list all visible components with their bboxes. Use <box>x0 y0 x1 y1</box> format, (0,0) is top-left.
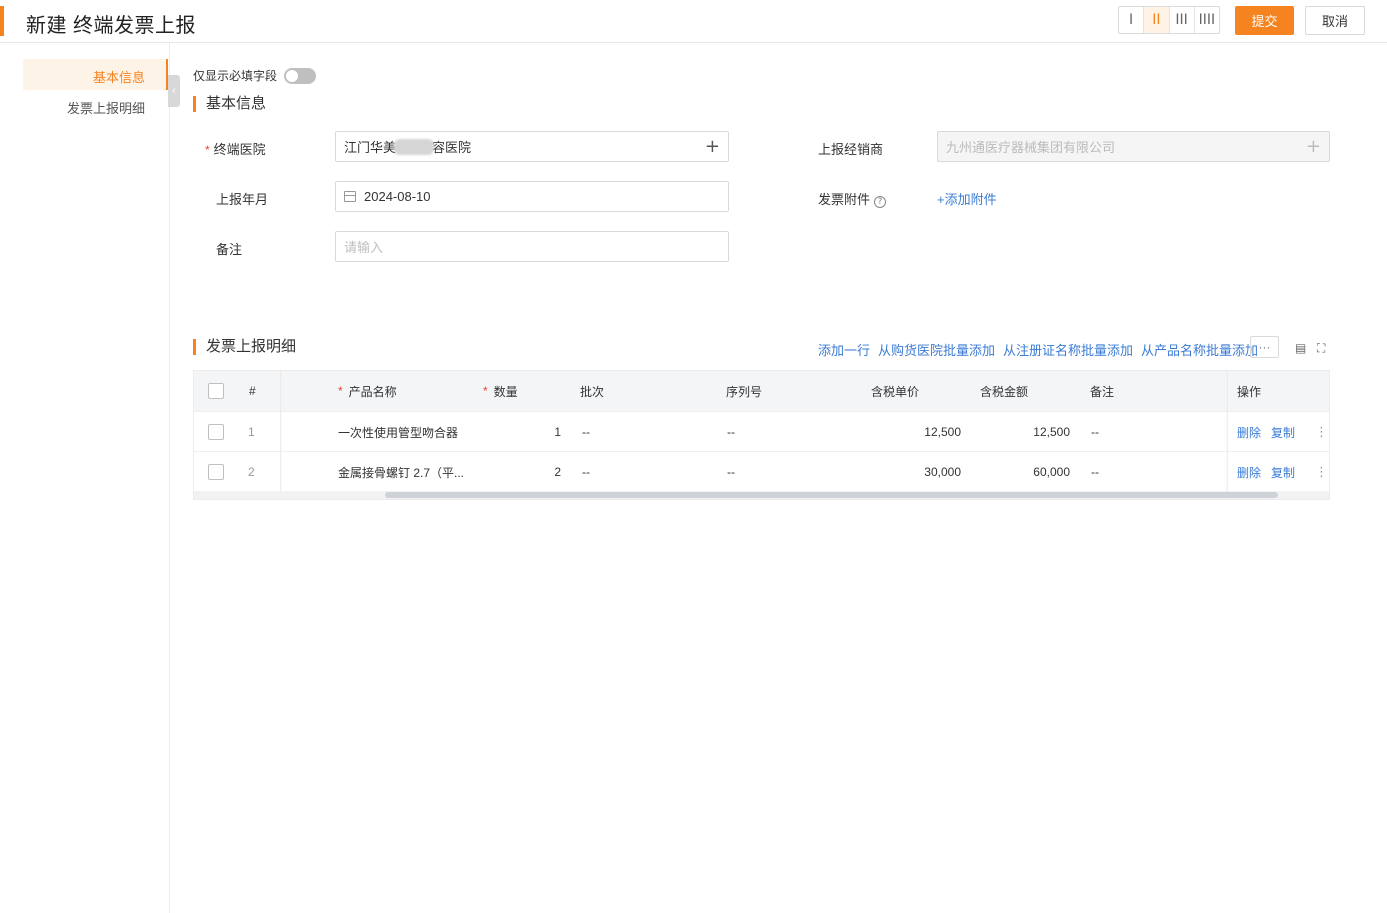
drag-handle-icon[interactable]: ⋮⋮ <box>1315 452 1327 492</box>
col-serial-header: 序列号 <box>726 384 763 399</box>
table-horizontal-scrollbar[interactable] <box>194 491 1329 499</box>
col-index-header: # <box>249 384 256 398</box>
qty-cell[interactable]: 1 <box>483 412 561 452</box>
distributor-label: 上报经销商 <box>818 142 884 157</box>
add-row-link[interactable]: 添加一行 <box>818 340 870 359</box>
column-settings-icon[interactable]: ▤ <box>1295 341 1306 355</box>
product-name-cell[interactable]: 一次性使用管型吻合器 <box>338 412 468 452</box>
table-row: 2 金属接骨螺钉 2.7（平... 2 -- -- 30,000 60,000 … <box>194 451 1329 491</box>
required-star: * <box>483 384 488 398</box>
batch-cell[interactable]: -- <box>582 452 662 492</box>
amount-cell: 12,500 <box>1033 425 1070 439</box>
serial-cell[interactable]: -- <box>727 452 807 492</box>
unit-price-cell[interactable]: 12,500 <box>871 412 961 452</box>
nav-item-invoice-detail[interactable]: 发票上报明细 <box>67 98 145 117</box>
batch-add-from-product-link[interactable]: 从产品名称批量添加 <box>1141 340 1258 359</box>
cancel-button[interactable]: 取消 <box>1305 6 1365 35</box>
calendar-icon <box>344 191 356 202</box>
remark-input[interactable]: 请输入 <box>335 231 729 262</box>
row-select-cell <box>208 412 228 452</box>
select-all-checkbox[interactable] <box>208 383 224 399</box>
row-checkbox[interactable] <box>208 464 224 480</box>
hospital-select[interactable]: 江门华美 容医院 + <box>335 131 729 162</box>
sticky-column-shadow-right <box>1226 371 1228 491</box>
required-fields-toggle-label: 仅显示必填字段 <box>193 69 278 83</box>
hospital-value-suffix: 容医院 <box>432 140 472 155</box>
row-ops-cell: 删除 复制 <box>1237 412 1307 452</box>
select-all-cell <box>208 371 228 411</box>
row-index: 2 <box>248 465 255 479</box>
required-star: * <box>338 384 343 398</box>
nav-item-basic-info[interactable]: 基本信息 <box>93 67 145 86</box>
col-product-header: * 产品名称 <box>338 384 397 399</box>
copy-row-link[interactable]: 复制 <box>1271 424 1295 441</box>
col-unit-price-header: 含税单价 <box>871 384 920 399</box>
plus-icon: + <box>1305 136 1321 157</box>
report-month-label: 上报年月 <box>216 192 269 207</box>
chevron-left-icon: ‹ <box>172 85 176 97</box>
remark-cell[interactable]: -- <box>1091 412 1171 452</box>
report-month-picker[interactable]: 2024-08-10 <box>335 181 729 212</box>
attachment-label: 发票附件? <box>818 189 887 208</box>
more-actions-button[interactable]: ··· <box>1250 336 1279 358</box>
serial-cell[interactable]: -- <box>727 412 807 452</box>
submit-button[interactable]: 提交 <box>1235 6 1294 35</box>
collapse-nav-handle[interactable]: ‹ <box>168 75 180 107</box>
delete-row-link[interactable]: 删除 <box>1237 424 1261 441</box>
fullscreen-icon[interactable]: ⛶ <box>1317 341 1325 356</box>
row-ops-cell: 删除 复制 <box>1237 452 1307 492</box>
col-ops-header: 操作 <box>1237 384 1262 399</box>
column-layout-switch[interactable]: I II III IIII <box>1118 6 1220 34</box>
row-select-cell <box>208 452 228 492</box>
invoice-detail-section-title: 发票上报明细 <box>193 339 296 355</box>
sticky-column-shadow-left <box>280 371 282 491</box>
drag-handle-icon[interactable]: ⋮⋮ <box>1315 412 1327 452</box>
table-header-row: # * 产品名称 * 数量 批次 序列号 含税单价 含税金额 备注 操作 <box>194 371 1329 411</box>
layout-1-col-option[interactable]: I <box>1119 7 1145 33</box>
remark-placeholder: 请输入 <box>344 240 384 255</box>
col-amount-header: 含税金额 <box>980 384 1029 399</box>
toggle-knob <box>286 70 298 82</box>
product-name-cell[interactable]: 金属接骨螺钉 2.7（平... <box>338 452 468 492</box>
batch-cell[interactable]: -- <box>582 412 662 452</box>
col-remark-header: 备注 <box>1090 384 1115 399</box>
row-index: 1 <box>248 425 255 439</box>
remark-cell[interactable]: -- <box>1091 452 1171 492</box>
title-accent-bar <box>0 6 4 36</box>
plus-icon[interactable]: + <box>705 136 720 157</box>
copy-row-link[interactable]: 复制 <box>1271 464 1295 481</box>
report-month-value: 2024-08-10 <box>364 189 431 204</box>
table-row: 1 一次性使用管型吻合器 1 -- -- 12,500 12,500 -- 删除… <box>194 411 1329 451</box>
unit-price-cell[interactable]: 30,000 <box>871 452 961 492</box>
col-qty-header: * 数量 <box>483 384 518 399</box>
basic-info-section-title: 基本信息 <box>193 96 266 112</box>
redacted-text <box>394 138 435 155</box>
page-title: 新建 终端发票上报 <box>26 15 197 37</box>
add-attachment-link[interactable]: +添加附件 <box>937 189 997 208</box>
detail-toolbar: 添加一行 从购货医院批量添加 从注册证名称批量添加 从产品名称批量添加 <box>818 340 1258 359</box>
distributor-select: 九州通医疗器械集团有限公司 + <box>937 131 1330 162</box>
page-header: 新建 终端发票上报 I II III IIII 提交 取消 <box>0 0 1387 43</box>
hospital-label: * 终端医院 <box>205 142 266 157</box>
distributor-value: 九州通医疗器械集团有限公司 <box>946 140 1116 155</box>
layout-4-col-option[interactable]: IIII <box>1195 7 1219 33</box>
amount-cell: 60,000 <box>1033 465 1070 479</box>
remark-label: 备注 <box>216 242 243 257</box>
col-batch-header: 批次 <box>580 384 605 399</box>
section-nav: 基本信息 发票上报明细 <box>0 43 170 913</box>
invoice-detail-table: # * 产品名称 * 数量 批次 序列号 含税单价 含税金额 备注 操作 1 一次性… <box>193 370 1330 500</box>
required-star: * <box>205 143 210 157</box>
question-circle-icon[interactable]: ? <box>874 196 887 208</box>
qty-cell[interactable]: 2 <box>483 452 561 492</box>
scrollbar-thumb[interactable] <box>385 492 1278 498</box>
batch-add-from-registration-link[interactable]: 从注册证名称批量添加 <box>1003 340 1133 359</box>
layout-2-col-option[interactable]: II <box>1144 7 1170 33</box>
delete-row-link[interactable]: 删除 <box>1237 464 1261 481</box>
hospital-value-prefix: 江门华美 <box>344 140 397 155</box>
batch-add-from-hospital-link[interactable]: 从购货医院批量添加 <box>878 340 995 359</box>
row-checkbox[interactable] <box>208 424 224 440</box>
required-fields-toggle[interactable] <box>284 68 316 84</box>
layout-3-col-option[interactable]: III <box>1170 7 1195 33</box>
